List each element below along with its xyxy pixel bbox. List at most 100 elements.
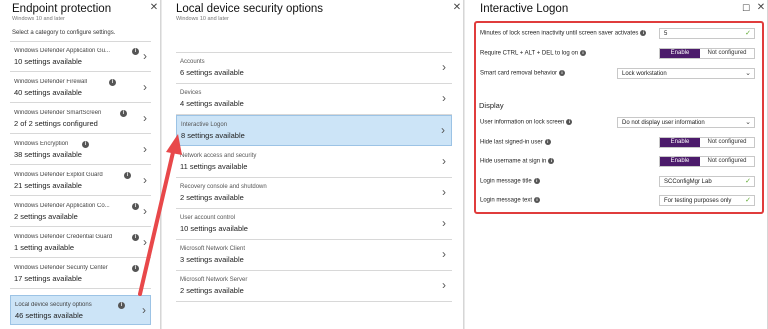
section-name: Interactive Logon <box>181 122 228 128</box>
section-name: Recovery console and shutdown <box>180 184 267 190</box>
field-value: 5 <box>664 31 668 37</box>
category-item-local-device-security[interactable]: Local device security options i 46 setti… <box>10 295 151 325</box>
category-item-application-guard[interactable]: Windows Defender Application Gu... i 10 … <box>10 42 151 72</box>
section-item-interactive-logon[interactable]: Interactive Logon 8 settings available › <box>176 115 452 146</box>
section-count: 3 settings available <box>180 255 244 264</box>
info-icon[interactable]: i <box>559 70 566 76</box>
lock-inactivity-input[interactable]: 5 ✓ <box>659 28 755 39</box>
smart-card-dropdown[interactable]: Lock workstation ⌄ <box>617 68 755 79</box>
chevron-down-icon: ⌄ <box>745 119 751 126</box>
close-icon[interactable]: ✕ <box>148 2 160 14</box>
blade-title: Local device security options <box>176 3 324 15</box>
chevron-right-icon: › <box>143 173 147 187</box>
category-count: 40 settings available <box>14 88 82 97</box>
display-section-heading: Display <box>479 101 504 110</box>
chevron-right-icon: › <box>441 123 445 137</box>
login-title-input[interactable]: SCConfigMgr Lab ✓ <box>659 176 755 187</box>
info-icon[interactable]: i <box>120 110 127 117</box>
chevron-right-icon: › <box>143 80 147 94</box>
blade-title: Endpoint protection <box>12 3 112 15</box>
info-icon[interactable]: i <box>534 197 541 203</box>
enable-option[interactable]: Enable <box>660 138 700 147</box>
hide-last-user-toggle[interactable]: Enable Not configured <box>659 137 755 148</box>
category-name: Windows Defender Application Gu... <box>14 48 111 54</box>
category-item-smartscreen[interactable]: Windows Defender SmartScreen i 2 of 2 se… <box>10 104 151 134</box>
category-item-exploit-guard[interactable]: Windows Defender Exploit Guard i 21 sett… <box>10 166 151 196</box>
section-item-devices[interactable]: Devices 4 settings available › <box>176 84 452 115</box>
info-icon[interactable]: i <box>132 265 139 272</box>
section-item-user-account-control[interactable]: User account control 10 settings availab… <box>176 209 452 240</box>
info-icon[interactable]: i <box>132 234 139 241</box>
login-text-label: Login message text i <box>480 197 541 204</box>
section-count: 2 settings available <box>180 193 244 202</box>
category-count: 1 setting available <box>14 243 75 252</box>
ctrl-alt-del-toggle[interactable]: Enable Not configured <box>659 48 755 59</box>
chevron-right-icon: › <box>442 247 446 261</box>
info-icon[interactable]: i <box>548 158 555 164</box>
user-info-dropdown[interactable]: Do not display user information ⌄ <box>617 117 755 128</box>
label-text: Require CTRL + ALT + DEL to log on <box>480 50 579 57</box>
info-icon[interactable]: i <box>640 30 647 36</box>
chevron-right-icon: › <box>442 278 446 292</box>
dropdown-value: Lock workstation <box>622 71 667 77</box>
section-item-network-client[interactable]: Microsoft Network Client 3 settings avai… <box>176 240 452 271</box>
check-icon: ✓ <box>745 30 751 37</box>
not-configured-option[interactable]: Not configured <box>700 138 754 147</box>
category-name: Windows Defender Application Co... <box>14 203 110 209</box>
section-item-recovery-console[interactable]: Recovery console and shutdown 2 settings… <box>176 178 452 209</box>
category-name: Windows Defender Credential Guard <box>14 234 113 240</box>
category-item-encryption[interactable]: Windows Encryption i 38 settings availab… <box>10 135 151 165</box>
info-icon[interactable]: i <box>580 50 587 56</box>
label-text: Login message text <box>480 197 533 204</box>
hide-username-label: Hide username at sign in i <box>480 158 555 165</box>
category-count: 2 settings available <box>14 212 78 221</box>
label-text: User information on lock screen <box>480 119 565 126</box>
chevron-right-icon: › <box>442 216 446 230</box>
enable-option[interactable]: Enable <box>660 157 700 166</box>
info-icon[interactable]: i <box>132 48 139 55</box>
category-count: 46 settings available <box>15 311 83 320</box>
maximize-icon[interactable]: ☐ <box>740 2 752 14</box>
info-icon[interactable]: i <box>544 139 551 145</box>
info-icon[interactable]: i <box>82 141 89 148</box>
info-icon[interactable]: i <box>132 203 139 210</box>
blade-subtitle: Windows 10 and later <box>176 16 229 22</box>
info-icon[interactable]: i <box>124 172 131 179</box>
not-configured-option[interactable]: Not configured <box>700 49 754 58</box>
section-count: 4 settings available <box>180 99 244 108</box>
close-icon[interactable]: ✕ <box>755 2 767 14</box>
category-count: 2 of 2 settings configured <box>14 119 98 128</box>
category-count: 21 settings available <box>14 181 82 190</box>
category-name: Windows Defender SmartScreen <box>14 110 102 116</box>
label-text: Minutes of lock screen inactivity until … <box>480 30 639 37</box>
chevron-right-icon: › <box>442 154 446 168</box>
smart-card-label: Smart card removal behavior i <box>480 70 566 77</box>
close-icon[interactable]: ✕ <box>451 2 463 14</box>
info-icon[interactable]: i <box>118 302 125 309</box>
section-count: 6 settings available <box>180 68 244 77</box>
not-configured-option[interactable]: Not configured <box>700 157 754 166</box>
info-icon[interactable]: i <box>566 119 573 125</box>
field-value: For testing purposes only <box>664 198 732 204</box>
section-count: 2 settings available <box>180 286 244 295</box>
dropdown-value: Do not display user information <box>622 120 705 126</box>
hide-username-toggle[interactable]: Enable Not configured <box>659 156 755 167</box>
info-icon[interactable]: i <box>533 178 540 184</box>
chevron-right-icon: › <box>442 185 446 199</box>
section-item-network-access[interactable]: Network access and security 11 settings … <box>176 147 452 178</box>
section-item-accounts[interactable]: Accounts 6 settings available › <box>176 53 452 84</box>
category-name: Windows Encryption <box>14 141 69 147</box>
enable-option[interactable]: Enable <box>660 49 700 58</box>
section-count: 8 settings available <box>181 131 245 140</box>
category-item-security-center[interactable]: Windows Defender Security Center i 17 se… <box>10 259 151 289</box>
section-item-network-server[interactable]: Microsoft Network Server 2 settings avai… <box>176 271 452 302</box>
check-icon: ✓ <box>745 197 751 204</box>
login-text-input[interactable]: For testing purposes only ✓ <box>659 195 755 206</box>
info-icon[interactable]: i <box>109 79 116 86</box>
category-item-firewall[interactable]: Windows Defender Firewall i 40 settings … <box>10 73 151 103</box>
instruction-text: Select a category to configure settings. <box>12 30 116 36</box>
lock-inactivity-label: Minutes of lock screen inactivity until … <box>480 30 647 37</box>
category-item-application-control[interactable]: Windows Defender Application Co... i 2 s… <box>10 197 151 227</box>
label-text: Hide last signed-in user <box>480 139 543 146</box>
category-item-credential-guard[interactable]: Windows Defender Credential Guard i 1 se… <box>10 228 151 258</box>
